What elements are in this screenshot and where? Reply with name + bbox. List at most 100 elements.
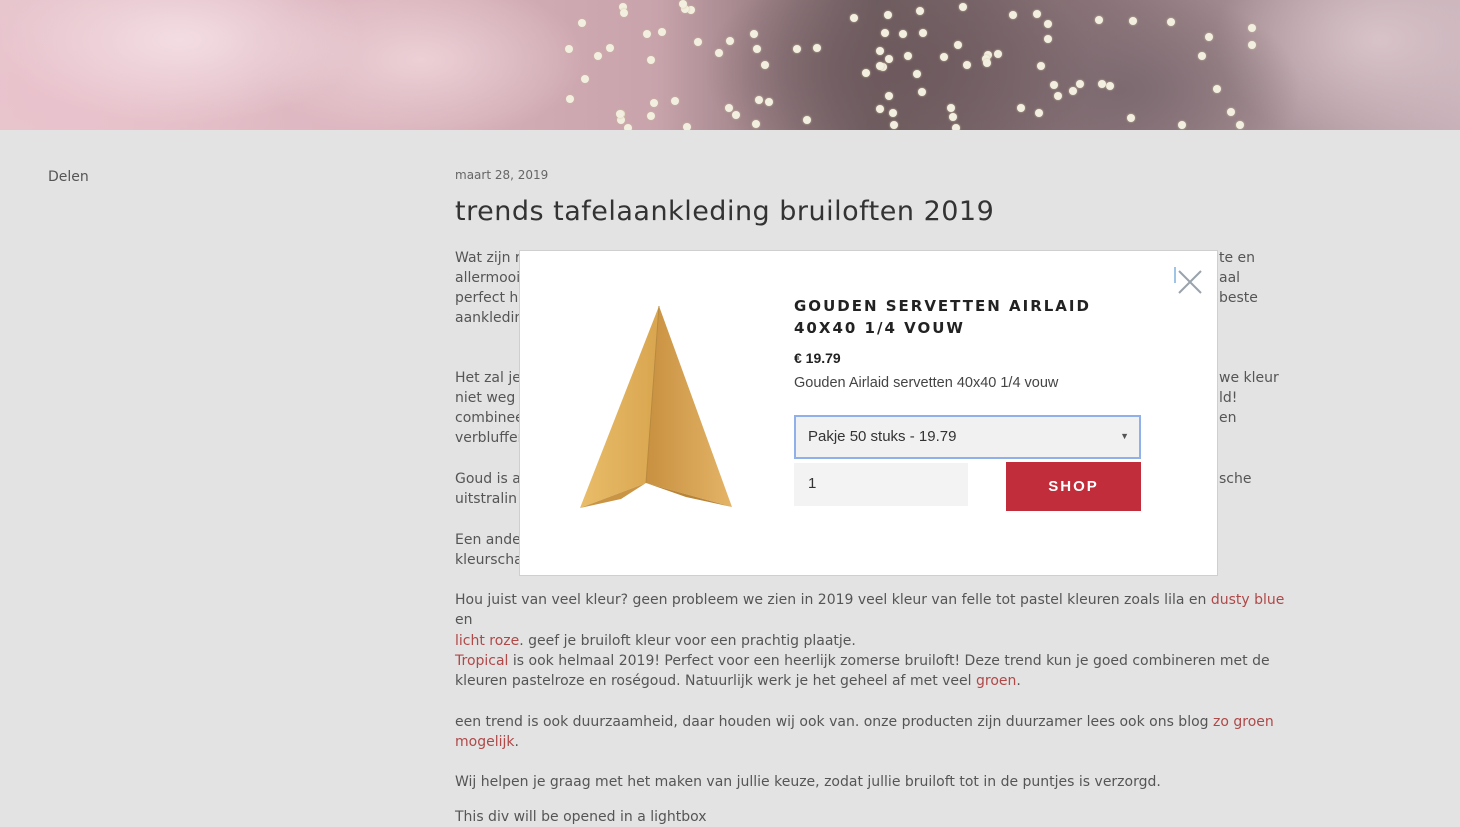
flower-dot bbox=[750, 29, 759, 38]
close-icon[interactable] bbox=[1173, 265, 1207, 299]
paragraph-lightbox-note: This div will be opened in a lightbox bbox=[455, 809, 707, 825]
flower-dot bbox=[884, 11, 893, 20]
flower-dot bbox=[657, 27, 666, 36]
para2-line2: niet weg t bbox=[455, 390, 526, 406]
flower-dot bbox=[1129, 17, 1138, 26]
link-groen[interactable]: groen bbox=[976, 673, 1016, 689]
paragraph-sustainability: een trend is ook duurzaamheid, daar houd… bbox=[455, 714, 1274, 751]
para4-line1: Een ander bbox=[455, 532, 527, 548]
para3-line1: Goud is a bbox=[455, 471, 521, 487]
flower-dot bbox=[566, 94, 575, 103]
flower-dot bbox=[875, 61, 884, 70]
flower-dot bbox=[1167, 18, 1176, 27]
flower-dot bbox=[606, 44, 615, 53]
flower-dot bbox=[948, 113, 957, 122]
flower-dot bbox=[1076, 79, 1085, 88]
product-description: Gouden Airlaid servetten 40x40 1/4 vouw bbox=[794, 375, 1059, 391]
flower-dot bbox=[577, 19, 586, 28]
para3-line2: uitstralin bbox=[455, 491, 518, 507]
link-dusty-blue[interactable]: dusty blue bbox=[1211, 592, 1285, 608]
flower-dot bbox=[670, 96, 679, 105]
link-tropical[interactable]: Tropical bbox=[455, 653, 508, 669]
flower-dot bbox=[1050, 80, 1059, 89]
flower-dot bbox=[643, 30, 652, 39]
para4-line2: kleurscha bbox=[455, 552, 523, 568]
flower-dot bbox=[1205, 33, 1214, 42]
flower-dot bbox=[850, 13, 859, 22]
flower-dot bbox=[994, 50, 1003, 59]
flower-dot bbox=[1248, 23, 1257, 32]
hero-banner bbox=[0, 0, 1460, 130]
flower-dot bbox=[952, 123, 961, 130]
flower-dot bbox=[754, 95, 763, 104]
para1-right2: aal bbox=[1219, 270, 1241, 286]
flower-dot bbox=[793, 44, 802, 53]
flower-dot bbox=[1043, 19, 1052, 28]
flower-dot bbox=[725, 37, 734, 45]
flower-dot bbox=[1106, 81, 1115, 90]
product-title: GOUDEN SERVETTEN AIRLAID 40X40 1/4 VOUW bbox=[794, 297, 1091, 337]
flower-dot bbox=[725, 103, 734, 112]
flower-dot bbox=[682, 123, 691, 130]
share-label[interactable]: Delen bbox=[48, 169, 89, 185]
flower-dot bbox=[918, 29, 927, 38]
flower-dot bbox=[1178, 121, 1187, 130]
chevron-down-icon: ▼ bbox=[1120, 431, 1129, 441]
flower-dot bbox=[946, 103, 955, 112]
flower-dot bbox=[1197, 51, 1206, 60]
flower-dot bbox=[982, 58, 991, 67]
flower-dot bbox=[1069, 87, 1078, 96]
flower-dot bbox=[650, 99, 659, 108]
flower-dot bbox=[803, 116, 812, 125]
flower-dot bbox=[813, 43, 822, 52]
flower-dot bbox=[1236, 121, 1245, 130]
para1-right1: te en bbox=[1219, 250, 1256, 266]
flower-dot bbox=[1098, 80, 1107, 89]
para1-line1: Wat zijn r bbox=[455, 250, 521, 266]
shop-button[interactable]: SHOP bbox=[1006, 462, 1141, 511]
flower-dot bbox=[761, 61, 770, 70]
flower-dot bbox=[646, 112, 655, 121]
flower-dot bbox=[918, 87, 927, 96]
flower-dot bbox=[615, 110, 624, 119]
flower-dot bbox=[876, 47, 885, 56]
flower-dot bbox=[1227, 107, 1236, 116]
para2-line1: Het zal je bbox=[455, 370, 521, 386]
flower-dot bbox=[694, 38, 703, 46]
link-licht-roze[interactable]: licht roze bbox=[455, 633, 519, 649]
flower-dot bbox=[581, 75, 590, 84]
flower-dot bbox=[898, 29, 907, 38]
flower-dot bbox=[1126, 114, 1135, 123]
para3-right1: sche bbox=[1219, 471, 1252, 487]
variant-select[interactable]: Pakje 50 stuks - 19.79 ▼ bbox=[794, 415, 1141, 459]
flower-dot bbox=[913, 70, 922, 79]
para1-line3: perfect ho bbox=[455, 290, 527, 306]
flower-dot bbox=[888, 109, 897, 118]
flower-dot bbox=[752, 44, 761, 53]
gold-napkin-image bbox=[576, 303, 736, 513]
flower-dot bbox=[1035, 108, 1044, 117]
flower-dot bbox=[1043, 35, 1052, 44]
flower-dot bbox=[678, 0, 687, 9]
flower-dot bbox=[1053, 92, 1062, 101]
quantity-input[interactable]: 1 bbox=[794, 463, 968, 506]
flower-dot bbox=[646, 55, 655, 64]
product-price: € 19.79 bbox=[794, 350, 841, 366]
para1-line4: aankledin bbox=[455, 310, 524, 326]
flower-dot bbox=[861, 68, 870, 77]
post-date: maart 28, 2019 bbox=[455, 168, 549, 182]
para2-right2: ld! bbox=[1219, 390, 1238, 406]
flower-dot bbox=[594, 51, 603, 60]
paragraph-colors: Hou juist van veel kleur? geen probleem … bbox=[455, 592, 1285, 649]
para2-line3: combinee bbox=[455, 410, 524, 426]
flower-dot bbox=[752, 119, 761, 128]
para2-right3: en bbox=[1219, 410, 1237, 426]
flower-dot bbox=[884, 54, 893, 63]
flower-dot bbox=[885, 92, 893, 101]
flower-dot bbox=[714, 49, 723, 58]
flower-dot bbox=[764, 97, 773, 106]
flower-dot bbox=[1009, 10, 1018, 19]
flower-dot bbox=[1036, 62, 1045, 71]
flower-dot bbox=[940, 52, 949, 61]
flower-dot bbox=[953, 41, 962, 50]
